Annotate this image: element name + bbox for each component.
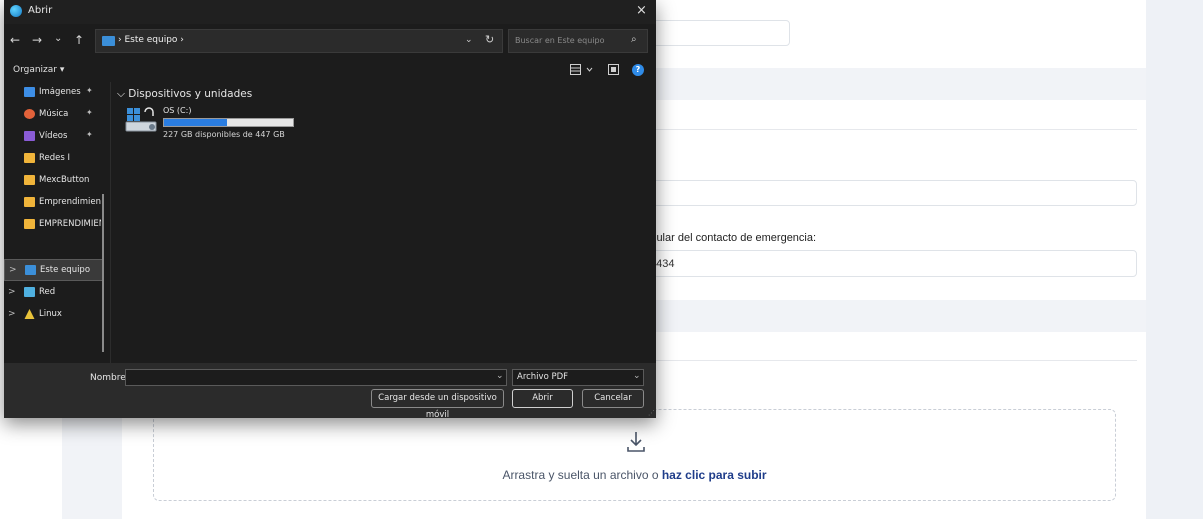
folder-icon: [24, 153, 35, 163]
recent-locations-chevron-icon[interactable]: ⌄: [54, 33, 62, 44]
sidebar-item-label: Este equipo: [40, 265, 91, 275]
open-button[interactable]: Abrir: [512, 389, 573, 408]
help-icon[interactable]: ?: [632, 64, 644, 76]
sidebar-item-label: EMPRENDIMIENTO: [39, 219, 101, 229]
emergency-phone-label: lular del contacto de emergencia:: [654, 232, 817, 244]
music-icon: [24, 109, 35, 119]
organize-menu-button[interactable]: Organizar ▾: [13, 65, 64, 75]
browser-app-icon: [10, 5, 22, 17]
sidebar-item-mexcbutton[interactable]: MexcButton: [4, 170, 104, 192]
emergency-phone-field[interactable]: [652, 250, 1137, 277]
upload-icon: [627, 432, 645, 452]
folder-icon: [24, 219, 35, 229]
folder-icon: [24, 175, 35, 185]
view-dropdown-chevron-icon[interactable]: [586, 64, 593, 75]
address-dropdown-icon[interactable]: ⌄: [465, 35, 473, 45]
card-divider: [652, 360, 1137, 361]
expand-chevron-icon[interactable]: >: [9, 265, 17, 275]
sidebar-item-linux[interactable]: > Linux: [4, 304, 104, 326]
refresh-icon[interactable]: ↻: [485, 33, 494, 46]
dialog-footer: Nombre: ⌄ Archivo PDF ⌄ Cargar desde un …: [4, 363, 656, 420]
upload-from-mobile-button[interactable]: Cargar desde un dispositivo móvil: [371, 389, 504, 420]
up-arrow-icon[interactable]: ↑: [74, 33, 84, 47]
pin-icon: ✦: [86, 86, 93, 95]
card-divider: [652, 129, 1137, 130]
drive-usage-bar: [163, 118, 294, 127]
search-box[interactable]: Buscar en Este equipo ⌕: [508, 29, 648, 53]
devices-group-header[interactable]: ⌵ Dispositivos y unidades: [117, 88, 252, 101]
folder-icon: [24, 197, 35, 207]
sidebar-item-emprendimiento-upper[interactable]: EMPRENDIMIENTO: [4, 214, 104, 236]
page-right-margin: [1146, 0, 1203, 519]
dropzone-text: Arrastra y suelta un archivo o haz clic …: [154, 468, 1115, 482]
dialog-title: Abrir: [28, 5, 53, 16]
sidebar-item-red[interactable]: > Red: [4, 282, 104, 304]
sidebar-scrollbar[interactable]: [102, 194, 104, 352]
filename-label: Nombre:: [90, 373, 129, 383]
emergency-name-field[interactable]: [652, 180, 1137, 206]
cancel-button[interactable]: Cancelar: [582, 389, 644, 408]
filename-dropdown-icon[interactable]: ⌄: [496, 371, 504, 381]
sidebar-item-musica[interactable]: Música ✦: [4, 104, 104, 126]
sidebar-item-label: Red: [39, 287, 56, 297]
dialog-titlebar: Abrir ×: [4, 0, 656, 24]
file-type-dropdown-icon[interactable]: ⌄: [633, 371, 641, 381]
sidebar-item-label: MexcButton: [39, 175, 90, 185]
file-type-value: Archivo PDF: [517, 372, 569, 382]
drive-name: OS (C:): [163, 106, 192, 115]
preview-pane-icon[interactable]: [608, 64, 619, 75]
sidebar-item-redes[interactable]: Redes I: [4, 148, 104, 170]
search-placeholder[interactable]: Buscar en Este equipo: [515, 36, 604, 45]
address-bar[interactable]: › Este equipo › ⌄ ↻: [95, 29, 503, 53]
linux-icon: [24, 309, 35, 319]
sidebar-item-imagenes[interactable]: Imágenes ✦: [4, 82, 104, 104]
expand-chevron-icon[interactable]: >: [8, 309, 16, 319]
dropzone-instruction: Arrastra y suelta un archivo o: [502, 468, 662, 482]
file-type-select[interactable]: Archivo PDF ⌄: [512, 369, 644, 386]
dropzone-upload-link[interactable]: haz clic para subir: [662, 468, 767, 482]
drive-usage-fill: [164, 119, 228, 126]
computer-icon: [102, 36, 115, 46]
drive-free-space: 227 GB disponibles de 447 GB: [163, 130, 285, 139]
back-arrow-icon[interactable]: ←: [10, 33, 20, 47]
close-icon[interactable]: ×: [636, 3, 647, 18]
pictures-icon: [24, 87, 35, 97]
navigation-pane: Imágenes ✦ Música ✦ Vídeos ✦ Redes I Mex…: [4, 82, 110, 363]
forward-arrow-icon[interactable]: →: [32, 33, 42, 47]
network-icon: [24, 287, 35, 297]
file-list-area: ⌵ Dispositivos y unidades OS (C:) 227 GB…: [111, 82, 656, 363]
view-options-icon[interactable]: [570, 64, 581, 75]
resize-grip-icon[interactable]: ⋰: [648, 409, 655, 417]
dialog-toolbar: Organizar ▾ ?: [4, 58, 656, 82]
top-text-field[interactable]: [652, 20, 790, 46]
drive-icon: [125, 107, 157, 132]
address-path[interactable]: › Este equipo ›: [118, 35, 184, 45]
sidebar-item-label: Redes I: [39, 153, 71, 163]
filename-input[interactable]: ⌄: [125, 369, 507, 386]
sidebar-item-label: Linux: [39, 309, 62, 319]
pin-icon: ✦: [86, 108, 93, 117]
sidebar-item-este-equipo[interactable]: > Este equipo: [4, 259, 104, 281]
videos-icon: [24, 131, 35, 141]
file-dropzone[interactable]: Arrastra y suelta un archivo o haz clic …: [153, 409, 1116, 501]
navigation-bar: ← → ⌄ ↑ › Este equipo › ⌄ ↻ Buscar en Es…: [4, 24, 656, 58]
pin-icon: ✦: [86, 130, 93, 139]
sidebar-item-label: Emprendimiento: [39, 197, 101, 207]
file-open-dialog: Abrir × ← → ⌄ ↑ › Este equipo › ⌄ ↻ Busc…: [4, 0, 656, 420]
search-icon[interactable]: ⌕: [631, 34, 637, 45]
sidebar-item-videos[interactable]: Vídeos ✦: [4, 126, 104, 148]
sidebar-item-emprendimiento[interactable]: Emprendimiento: [4, 192, 104, 214]
expand-chevron-icon[interactable]: >: [8, 287, 16, 297]
computer-icon: [25, 265, 36, 275]
